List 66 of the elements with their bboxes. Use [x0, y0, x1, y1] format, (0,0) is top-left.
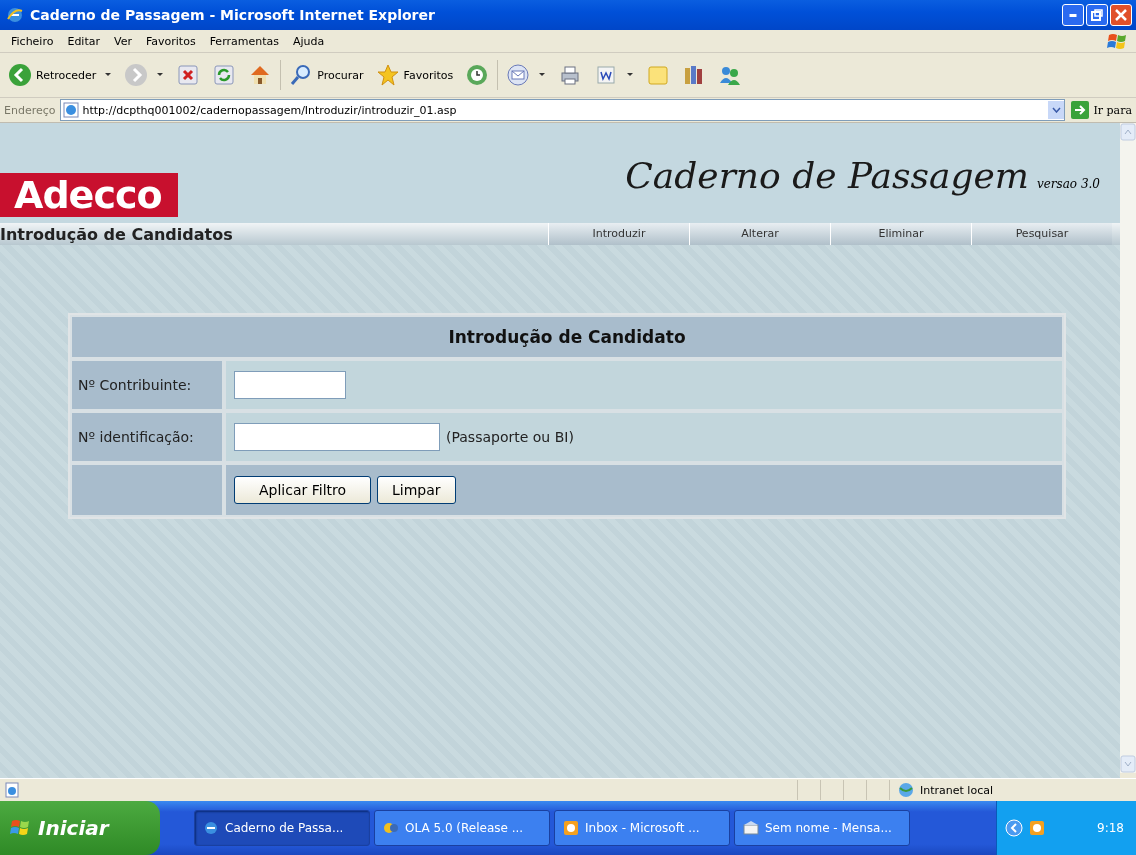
menu-item[interactable]: Ficheiro [4, 34, 61, 48]
taskbar-button[interactable]: Sem nome - Mensa... [734, 810, 910, 846]
page-icon [4, 782, 20, 798]
minimize-button[interactable] [1062, 4, 1084, 26]
caret-icon [626, 72, 635, 78]
menu-item[interactable]: Ver [107, 34, 139, 48]
refresh-icon [212, 63, 237, 87]
page-icon [62, 102, 79, 118]
menu-item[interactable]: Ajuda [285, 34, 332, 48]
maximize-button[interactable] [1086, 4, 1108, 26]
field-label: Nº Contribuinte: [72, 361, 222, 409]
form-title: Introdução de Candidato [72, 317, 1062, 357]
address-label: Endereço [4, 103, 56, 117]
scrollbar[interactable] [1120, 123, 1136, 773]
toolbar-button[interactable]: Retroceder [4, 61, 117, 89]
windows-flag-icon [10, 818, 32, 838]
menu-item[interactable]: Editar [60, 34, 107, 48]
menu-item[interactable]: Ferramentas [202, 34, 286, 48]
taskbar-button[interactable]: OLA 5.0 (Release ... [374, 810, 550, 846]
close-icon [1115, 9, 1127, 21]
toolbar-button[interactable]: Favoritos [371, 61, 458, 89]
app-icon [743, 820, 759, 836]
clock-time: 9:18 [1097, 821, 1124, 835]
input-field[interactable] [234, 371, 346, 399]
window-title: Caderno de Passagem - Microsoft Internet Explorer [30, 7, 436, 23]
zone-label: Intranet local [920, 783, 993, 797]
input-field[interactable] [234, 423, 440, 451]
clock-icon [1029, 820, 1045, 836]
section-title: Introdução de Candidatos [0, 224, 234, 244]
version-label: versao 3.0 [1036, 176, 1100, 191]
app-icon [203, 820, 219, 836]
note-icon [646, 63, 671, 87]
clock-icon [465, 63, 490, 87]
minimize-icon [1069, 13, 1077, 17]
nav-button[interactable]: Pesquisar [971, 223, 1112, 245]
star-icon [375, 63, 400, 87]
app-title: Caderno de Passagem [625, 154, 1029, 196]
nav-button[interactable]: Introduzir [548, 223, 689, 245]
taskbar-button[interactable]: Caderno de Passa... [194, 810, 370, 846]
ie-icon [6, 6, 24, 24]
stop-icon [176, 63, 201, 87]
envelope-icon [506, 63, 531, 87]
globe-icon [896, 782, 916, 798]
logo: Adecco [0, 173, 178, 217]
app-icon [563, 820, 579, 836]
address-field[interactable]: http://dcpthq001002/cadernopassagem/Introduzir/introduzir_01.asp [59, 99, 1066, 121]
chevron-left-icon[interactable] [1005, 819, 1023, 837]
nav-button[interactable]: Alterar [689, 223, 830, 245]
taskbar-button[interactable]: Inbox - Microsoft ... [554, 810, 730, 846]
caret-icon [538, 72, 547, 78]
dropdown-button[interactable] [1048, 101, 1065, 119]
restore-icon [1091, 9, 1103, 21]
caret-icon [156, 72, 165, 78]
go-button[interactable]: Ir para [1069, 101, 1134, 119]
field-label: Nº identificação: [72, 413, 222, 461]
nav-button[interactable]: Eliminar [830, 223, 971, 245]
app-icon [383, 820, 399, 836]
close-button[interactable] [1110, 4, 1132, 26]
start-button[interactable]: Iniciar [0, 801, 160, 855]
caret-icon [1051, 107, 1061, 113]
clear-button[interactable]: Limpar [377, 476, 456, 504]
caret-icon [104, 72, 113, 78]
toolbar-button[interactable]: Procurar [285, 61, 368, 89]
field-hint: (Passaporte ou BI) [446, 429, 574, 445]
menu-item[interactable]: Favoritos [139, 34, 203, 48]
apply-filter-button[interactable]: Aplicar Filtro [234, 476, 372, 504]
